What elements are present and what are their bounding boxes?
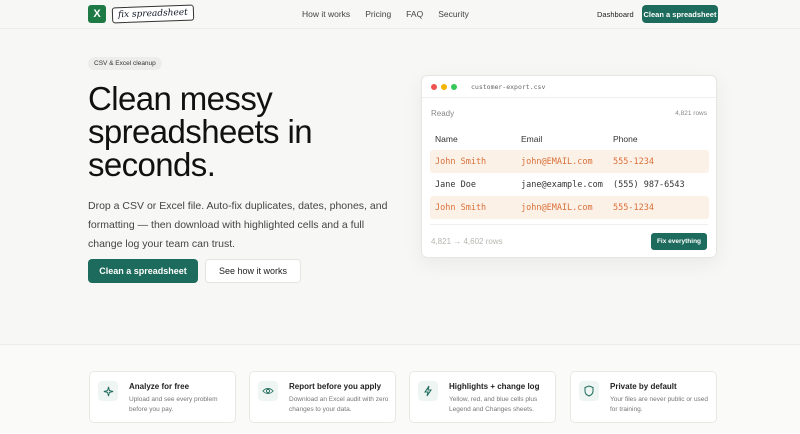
feature-card-report: Report before you apply Download an Exce…	[249, 371, 396, 423]
cell-email: jane@example.com	[521, 179, 603, 190]
minimize-dot-icon	[441, 83, 447, 90]
feature-card-private: Private by default Your files are never …	[570, 371, 717, 423]
feature-title: Report before you apply	[289, 382, 382, 391]
row-reduction-label: 4,821 → 4,602 rows	[431, 237, 503, 246]
cell-name: John Smith	[435, 156, 487, 167]
cell-phone: 555-1234	[613, 156, 654, 167]
logo[interactable]: X fix spreadsheet	[88, 4, 195, 24]
clean-spreadsheet-button[interactable]: Clean a spreadsheet	[88, 259, 198, 283]
row-count: 4,821 rows	[675, 110, 707, 117]
maximize-dot-icon	[451, 83, 457, 90]
table-row: John Smith john@EMAIL.com 555-1234	[430, 196, 709, 219]
top-nav: X fix spreadsheet How it works Pricing F…	[0, 0, 800, 29]
cell-name: Jane Doe	[435, 179, 476, 190]
cell-phone: 555-1234	[613, 202, 654, 213]
card-divider	[430, 224, 708, 225]
cell-phone: (555) 987-6543	[613, 179, 685, 190]
feature-card-analyze: Analyze for free Upload and see every pr…	[89, 371, 236, 423]
nav-clean-button[interactable]: Clean a spreadsheet	[642, 5, 718, 23]
logo-text: fix spreadsheet	[111, 4, 195, 24]
column-header-email: Email	[521, 133, 543, 144]
nav-link-faq[interactable]: FAQ	[406, 9, 423, 19]
sparkle-icon	[98, 381, 118, 401]
file-name: customer-export.csv	[471, 82, 546, 91]
dashboard-link[interactable]: Dashboard	[597, 10, 634, 19]
feature-description: Yellow, red, and blue cells plus Legend …	[449, 396, 538, 413]
feature-description: Download an Excel audit with zero change…	[289, 396, 389, 413]
table-row: John Smith john@EMAIL.com 555-1234	[430, 150, 709, 173]
feature-description: Your files are never public or used for …	[610, 396, 709, 413]
preview-card: customer-export.csv Ready 4,821 rows Nam…	[421, 75, 717, 258]
shield-icon	[579, 381, 599, 401]
see-how-it-works-button[interactable]: See how it works	[205, 259, 301, 283]
cell-email: john@EMAIL.com	[521, 202, 593, 213]
cell-email: john@EMAIL.com	[521, 156, 593, 167]
column-header-phone: Phone	[613, 133, 638, 144]
feature-title: Analyze for free	[129, 382, 190, 391]
column-header-name: Name	[435, 133, 458, 144]
table-row: Jane Doe jane@example.com (555) 987-6543	[430, 173, 709, 196]
close-dot-icon	[431, 83, 437, 90]
status-label: Ready	[431, 109, 455, 118]
preview-table: Name Email Phone John Smith john@EMAIL.c…	[430, 127, 709, 219]
feature-title: Private by default	[610, 382, 677, 391]
eye-icon	[258, 381, 278, 401]
feature-title: Highlights + change log	[449, 382, 540, 391]
nav-link-security[interactable]: Security	[438, 9, 469, 19]
excel-logo-icon: X	[88, 5, 109, 23]
nav-link-how-it-works[interactable]: How it works	[302, 9, 350, 19]
table-header: Name Email Phone	[430, 127, 709, 150]
hero-title: Clean messy spreadsheets in seconds.	[88, 80, 313, 183]
hero-description: Drop a CSV or Excel file. Auto-fix dupli…	[88, 200, 388, 250]
nav-links: How it works Pricing FAQ Security	[302, 9, 469, 19]
fix-everything-button[interactable]: Fix everything	[651, 233, 707, 250]
cell-name: John Smith	[435, 202, 487, 213]
feature-description: Upload and see every problem before you …	[129, 396, 218, 413]
card-titlebar: customer-export.csv	[422, 76, 716, 98]
lightning-icon	[418, 381, 438, 401]
feature-card-highlights: Highlights + change log Yellow, red, and…	[409, 371, 556, 423]
nav-link-pricing[interactable]: Pricing	[365, 9, 391, 19]
category-pill: CSV & Excel cleanup	[88, 57, 162, 70]
